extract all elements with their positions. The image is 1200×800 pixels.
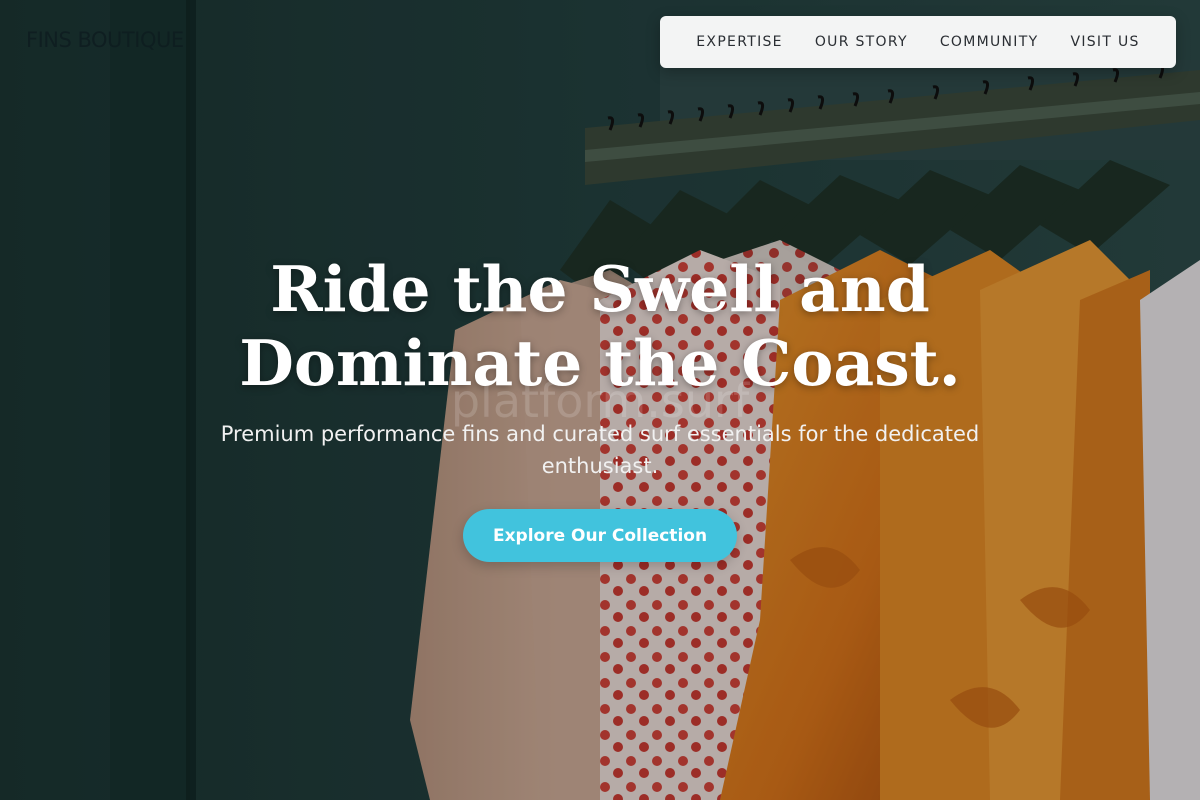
nav-item-community[interactable]: COMMUNITY <box>940 34 1039 50</box>
top-navigation: EXPERTISE OUR STORY COMMUNITY VISIT US <box>660 16 1176 68</box>
hero-headline-line-1: Ride the Swell and <box>270 252 930 326</box>
nav-item-visit-us[interactable]: VISIT US <box>1070 34 1139 50</box>
nav-item-our-story[interactable]: OUR STORY <box>815 34 908 50</box>
brand-logo[interactable]: FINS BOUTIQUE <box>26 28 184 52</box>
nav-item-expertise[interactable]: EXPERTISE <box>696 34 783 50</box>
hero-subheading: Premium performance fins and curated sur… <box>220 422 980 478</box>
explore-collection-button[interactable]: Explore Our Collection <box>463 509 737 562</box>
